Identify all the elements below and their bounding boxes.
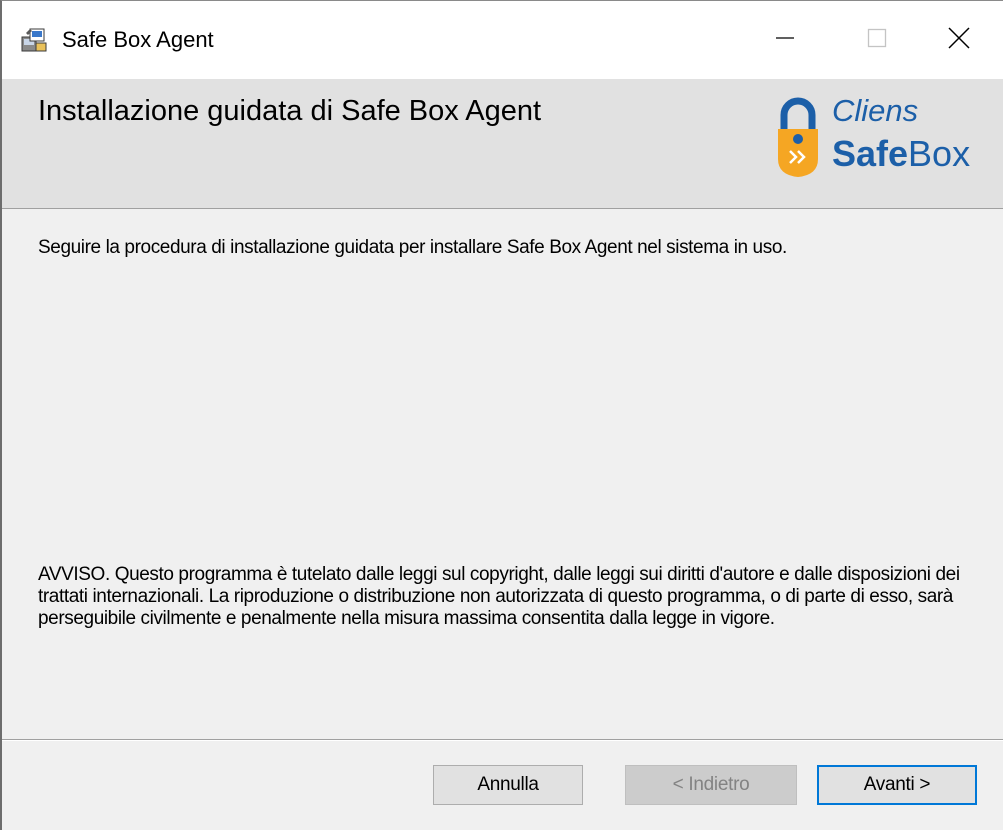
intro-text: Seguire la procedura di installazione gu…: [38, 237, 787, 258]
maximize-button[interactable]: [831, 1, 923, 79]
next-button[interactable]: Avanti >: [817, 765, 977, 805]
logo-brand-top: Cliens: [832, 93, 919, 128]
wizard-footer: Annulla < Indietro Avanti >: [2, 741, 1003, 830]
banner-title: Installazione guidata di Safe Box Agent: [38, 95, 542, 127]
wizard-banner: Installazione guidata di Safe Box Agent …: [2, 79, 1003, 209]
installer-icon: [20, 25, 48, 53]
installer-window: Safe Box Agent Installazione guidata di …: [0, 0, 1003, 830]
cancel-button[interactable]: Annulla: [433, 765, 583, 805]
title-bar[interactable]: Safe Box Agent: [2, 1, 1003, 79]
cliens-safebox-logo: Cliens SafeBox: [774, 89, 1003, 189]
close-button[interactable]: [913, 1, 1003, 79]
window-title: Safe Box Agent: [62, 27, 214, 52]
logo-brand-bold: Safe: [832, 133, 909, 174]
minimize-button[interactable]: [739, 1, 831, 79]
close-icon: [948, 26, 970, 54]
minimize-icon: [775, 28, 795, 53]
wizard-content: Seguire la procedura di installazione gu…: [2, 209, 1003, 739]
copyright-warning: AVVISO. Questo programma è tutelato dall…: [38, 564, 960, 629]
padlock-icon: [774, 95, 822, 186]
logo-brand-light: Box: [908, 133, 971, 174]
back-button[interactable]: < Indietro: [625, 765, 797, 805]
maximize-icon: [867, 28, 887, 53]
logo-brand-bottom: SafeBox: [832, 133, 970, 175]
